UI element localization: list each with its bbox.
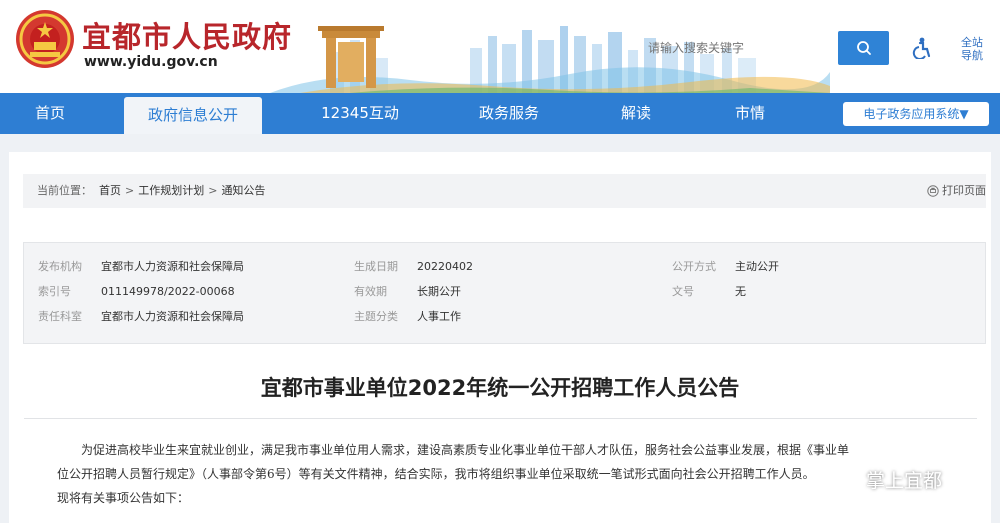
meta-value-index: 011149978/2022-00068	[101, 285, 235, 298]
site-title[interactable]: 宜都市人民政府	[82, 14, 292, 56]
search-icon	[856, 41, 871, 55]
meta-value-disclosure: 主动公开	[735, 260, 779, 273]
meta-key-date: 生成日期	[354, 260, 398, 273]
wechat-icon	[838, 470, 862, 489]
breadcrumb-label: 当前位置：	[37, 184, 92, 197]
metadata-row: 发布机构 宜都市人力资源和社会保障局 生成日期 20220402 公开方式 主动…	[24, 257, 987, 277]
breadcrumb-home[interactable]: 首页	[99, 184, 121, 197]
breadcrumb-notices[interactable]: 通知公告	[221, 184, 265, 197]
article-paragraph: 现将有关事项公告如下：	[57, 491, 190, 505]
print-page-button[interactable]: 打印页面	[927, 174, 986, 208]
article-title: 宜都市事业单位2022年统一公开招聘工作人员公告	[260, 376, 740, 400]
nav-gov-services[interactable]: 政务服务	[466, 93, 552, 134]
content-area: 当前位置： 首页 > 工作规划计划 > 通知公告 打印页面 发布机构 宜都市人力资源和社…	[0, 134, 1000, 523]
article-body: 为促进高校毕业生来宜就业创业，满足我市事业单位用人需求，建设高素质专业化事业单位…	[57, 438, 957, 510]
main-nav: 首页 政府信息公开 12345互动 政务服务 解读 市情 电子政务应用系统▼	[0, 93, 1000, 134]
meta-value-publisher: 宜都市人力资源和社会保障局	[101, 260, 244, 273]
metadata-row: 责任科室 宜都市人力资源和社会保障局 主题分类 人事工作	[24, 307, 987, 327]
meta-value-department: 宜都市人力资源和社会保障局	[101, 310, 244, 323]
meta-key-doc-number: 文号	[672, 285, 694, 298]
document-metadata: 发布机构 宜都市人力资源和社会保障局 生成日期 20220402 公开方式 主动…	[23, 242, 986, 344]
nav-12345-interaction[interactable]: 12345互动	[310, 93, 410, 134]
nav-home[interactable]: 首页	[10, 93, 90, 134]
meta-key-validity: 有效期	[354, 285, 387, 298]
national-emblem-icon	[16, 10, 74, 68]
site-url: www.yidu.gov.cn	[84, 54, 218, 70]
meta-value-topic: 人事工作	[417, 310, 461, 323]
metadata-row: 索引号 011149978/2022-00068 有效期 长期公开 文号 无	[24, 282, 987, 302]
wechat-watermark: 掌上宜都	[838, 466, 942, 493]
site-header: 宜都市人民政府 www.yidu.gov.cn 全站导航	[0, 0, 1000, 93]
e-gov-apps-dropdown[interactable]: 电子政务应用系统▼	[843, 102, 989, 126]
meta-value-doc-number: 无	[735, 285, 746, 298]
print-page-label: 打印页面	[942, 184, 986, 197]
article-paragraph: 为促进高校毕业生来宜就业创业，满足我市事业单位用人需求，建设高素质专业化事业单位…	[81, 443, 850, 457]
breadcrumb: 当前位置： 首页 > 工作规划计划 > 通知公告 打印页面	[23, 174, 986, 208]
meta-key-index: 索引号	[38, 285, 71, 298]
meta-key-topic: 主题分类	[354, 310, 398, 323]
printer-icon	[927, 185, 939, 197]
search-input[interactable]	[648, 35, 840, 61]
watermark-text: 掌上宜都	[866, 470, 943, 492]
meta-value-date: 20220402	[417, 260, 473, 273]
site-navigation-link[interactable]: 全站导航	[958, 36, 986, 62]
title-divider	[24, 418, 977, 419]
search-button[interactable]	[838, 31, 889, 65]
meta-key-disclosure: 公开方式	[672, 260, 716, 273]
nav-city-info[interactable]: 市情	[720, 93, 780, 134]
breadcrumb-separator: >	[125, 184, 135, 197]
meta-key-publisher: 发布机构	[38, 260, 82, 273]
breadcrumb-separator: >	[208, 184, 218, 197]
article-paragraph: 位公开招聘人员暂行规定》（人事部令第6号）等有关文件精神，结合实际，我市将组织事…	[57, 467, 815, 481]
nav-gov-info-disclosure[interactable]: 政府信息公开	[124, 97, 262, 134]
meta-key-department: 责任科室	[38, 310, 82, 323]
breadcrumb-work-plan[interactable]: 工作规划计划	[138, 184, 204, 197]
accessibility-icon[interactable]	[912, 37, 932, 59]
meta-value-validity: 长期公开	[417, 285, 461, 298]
nav-interpretation[interactable]: 解读	[606, 93, 666, 134]
